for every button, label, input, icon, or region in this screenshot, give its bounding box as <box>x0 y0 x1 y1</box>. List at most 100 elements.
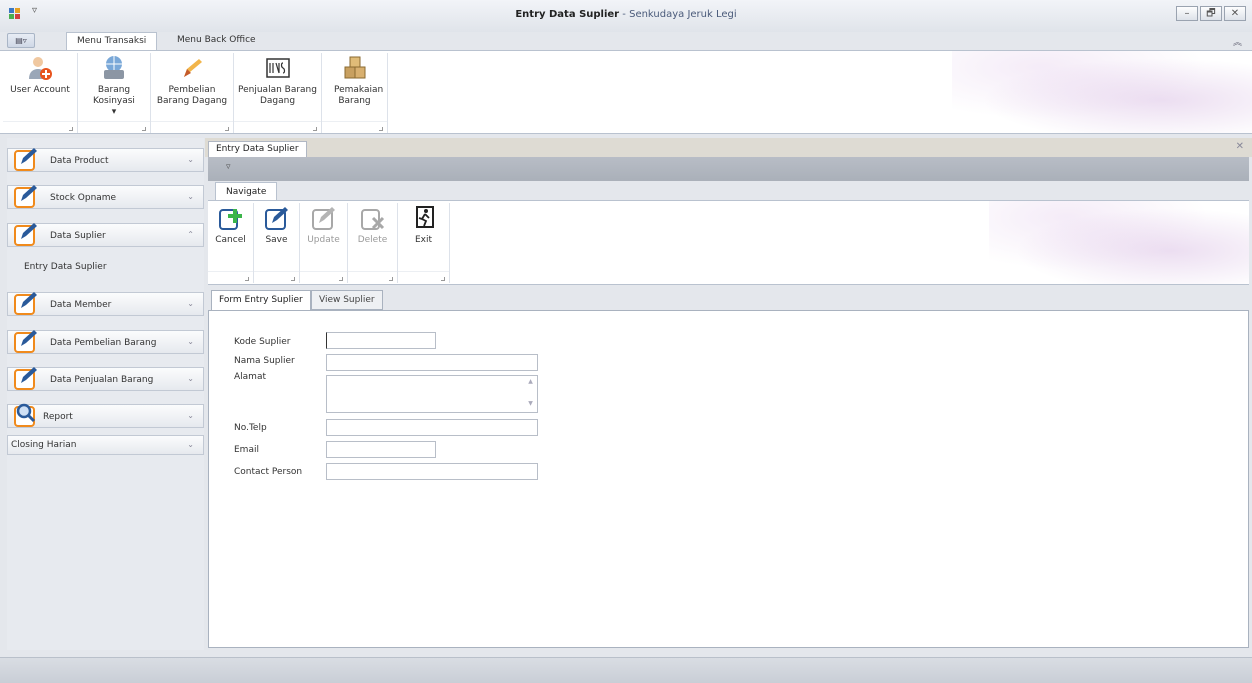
tab-form-entry-suplier[interactable]: Form Entry Suplier <box>211 290 311 311</box>
contact-person-input[interactable] <box>326 463 538 480</box>
chevron-down-icon: ⌄ <box>187 374 194 383</box>
status-bar <box>0 657 1252 683</box>
delete-label: Delete <box>357 235 388 245</box>
inner-quick-access-dropdown[interactable]: ▿ <box>226 162 231 172</box>
nav-group-data-suplier[interactable]: Data Suplier ⌃ <box>7 223 204 247</box>
kode-suplier-input[interactable] <box>326 332 436 349</box>
edit-note-icon <box>14 330 37 353</box>
application-menu-button[interactable]: ▤▿ <box>7 33 35 48</box>
scroll-down-icon[interactable]: ▼ <box>524 398 537 410</box>
nav-group-data-penjualan-barang[interactable]: Data Penjualan Barang ⌄ <box>7 367 204 391</box>
pemakaian-barang-label: Pemakaian Barang <box>334 85 384 106</box>
nav-group-label: Data Member <box>50 300 112 310</box>
edit-note-icon <box>14 367 37 390</box>
chevron-down-icon: ⌄ <box>187 155 194 164</box>
form-entry-panel: Kode Suplier Nama Suplier Alamat ▲ ▼ No.… <box>208 310 1249 648</box>
alamat-label: Alamat <box>234 372 266 382</box>
ribbon-group-save: Save <box>254 203 300 283</box>
ribbon-group-delete: Delete <box>348 203 398 283</box>
ribbon-decoration <box>952 51 1252 133</box>
tab-menu-back-office[interactable]: Menu Back Office <box>167 32 266 50</box>
add-icon <box>218 209 242 230</box>
edit-note-icon <box>14 223 37 246</box>
ribbon-group-exit: Exit <box>398 203 450 283</box>
edit-icon <box>311 207 335 230</box>
document-tab-entry-data-suplier[interactable]: Entry Data Suplier <box>208 141 307 157</box>
ribbon-tab-strip: ▤▿ Menu Transaksi Menu Back Office ︽ <box>0 32 1252 50</box>
globe-printer-icon <box>104 56 124 79</box>
chevron-down-icon: ⌄ <box>187 411 194 420</box>
alamat-scrollbar[interactable]: ▲ ▼ <box>524 376 537 412</box>
update-button[interactable]: Update <box>300 205 347 246</box>
save-label: Save <box>265 235 288 245</box>
chevron-down-icon: ⌄ <box>187 337 194 346</box>
minimize-button[interactable]: – <box>1176 6 1198 21</box>
nav-group-stock-opname[interactable]: Stock Opname ⌄ <box>7 185 204 209</box>
edit-note-icon <box>14 185 37 208</box>
edit-note-icon <box>14 148 37 171</box>
tab-view-suplier[interactable]: View Suplier <box>311 290 383 310</box>
penjualan-barang-button[interactable]: Penjualan Barang Dagang <box>234 55 321 107</box>
nav-group-data-pembelian-barang[interactable]: Data Pembelian Barang ⌄ <box>7 330 204 354</box>
chevron-down-icon: ⌄ <box>187 440 194 449</box>
ribbon-group-pemakaian: Pemakaian Barang <box>322 53 388 133</box>
nav-group-report[interactable]: Report ⌄ <box>7 403 204 428</box>
pembelian-barang-button[interactable]: Pembelian Barang Dagang <box>151 55 233 107</box>
nav-group-label: Data Penjualan Barang <box>50 375 154 385</box>
penjualan-barang-label: Penjualan Barang Dagang <box>238 85 317 106</box>
nav-group-label: Closing Harian <box>11 440 77 450</box>
nav-group-data-member[interactable]: Data Member ⌄ <box>7 292 204 316</box>
ribbon-group-pembelian: Pembelian Barang Dagang <box>151 53 234 133</box>
save-button[interactable]: Save <box>254 205 299 246</box>
window-title-separator: - <box>619 9 630 20</box>
chevron-up-icon: ⌃ <box>187 230 194 239</box>
user-add-icon <box>29 57 52 80</box>
exit-button[interactable]: Exit <box>398 205 449 246</box>
title-bar: ▿ Entry Data Suplier - Senkudaya Jeruk L… <box>0 0 1252 32</box>
nav-group-label: Data Pembelian Barang <box>50 338 157 348</box>
nav-group-label: Data Product <box>50 156 109 166</box>
exit-label: Exit <box>414 235 433 245</box>
window-title: Entry Data Suplier - Senkudaya Jeruk Leg… <box>0 9 1252 20</box>
window-controls: – 🗗 ✕ <box>1176 6 1246 21</box>
nama-suplier-label: Nama Suplier <box>234 356 295 366</box>
magnifier-icon <box>14 403 36 427</box>
kode-suplier-label: Kode Suplier <box>234 337 291 347</box>
document-tab-strip: Entry Data Suplier ✕ <box>205 138 1252 157</box>
ribbon: User Account Barang Kosinyasi ▾ Pembelia… <box>0 50 1252 134</box>
pemakaian-barang-button[interactable]: Pemakaian Barang <box>322 55 387 107</box>
boxes-icon <box>344 56 365 79</box>
contact-person-label: Contact Person <box>234 467 303 477</box>
inner-quick-access-bar: ▿ <box>208 157 1249 181</box>
tab-menu-transaksi[interactable]: Menu Transaksi <box>66 32 158 50</box>
delete-button[interactable]: Delete <box>348 205 397 246</box>
cancel-label: Cancel <box>215 235 246 245</box>
navigation-pane: Data Product ⌄ Stock Opname ⌄ Data Supli… <box>7 138 204 650</box>
ribbon-group-cancel: Cancel <box>208 203 254 283</box>
exit-icon <box>415 206 434 228</box>
scroll-up-icon[interactable]: ▲ <box>524 376 537 388</box>
chevron-down-icon: ⌄ <box>187 299 194 308</box>
pen-icon <box>184 59 202 77</box>
window-title-main: Entry Data Suplier <box>515 9 620 20</box>
ribbon-collapse-icon[interactable]: ︽ <box>1233 35 1242 48</box>
ribbon-group-penjualan: Penjualan Barang Dagang <box>234 53 322 133</box>
email-input[interactable] <box>326 441 436 458</box>
barang-kosinyasi-button[interactable]: Barang Kosinyasi ▾ <box>78 55 150 118</box>
nav-item-entry-data-suplier[interactable]: Entry Data Suplier <box>24 262 107 272</box>
user-account-button[interactable]: User Account <box>3 55 77 96</box>
no-telp-input[interactable] <box>326 419 538 436</box>
tab-navigate[interactable]: Navigate <box>215 182 278 201</box>
close-icon[interactable]: ✕ <box>1236 141 1244 152</box>
nav-group-data-product[interactable]: Data Product ⌄ <box>7 148 204 172</box>
nama-suplier-input[interactable] <box>326 354 538 371</box>
no-telp-label: No.Telp <box>234 423 267 433</box>
close-button[interactable]: ✕ <box>1224 6 1246 21</box>
alamat-textarea[interactable] <box>326 375 538 413</box>
nav-group-closing-harian[interactable]: Closing Harian ⌄ <box>7 435 204 455</box>
cancel-button[interactable]: Cancel <box>208 205 253 246</box>
nav-group-label: Report <box>43 412 73 422</box>
barang-kosinyasi-label: Barang Kosinyasi ▾ <box>93 85 135 117</box>
stamp-icon <box>265 58 290 78</box>
restore-button[interactable]: 🗗 <box>1200 6 1222 21</box>
